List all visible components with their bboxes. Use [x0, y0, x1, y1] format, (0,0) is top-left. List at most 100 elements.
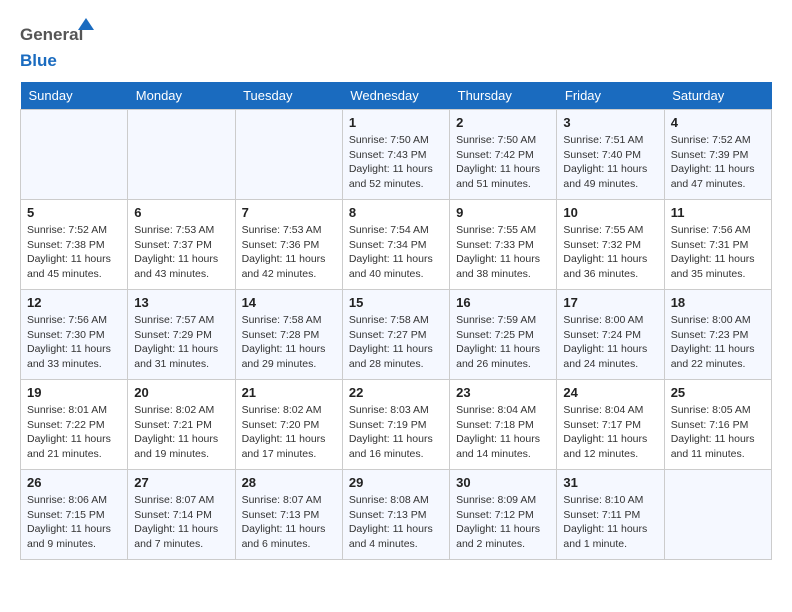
calendar-cell: 4 Sunrise: 7:52 AM Sunset: 7:39 PM Daylig… [664, 110, 771, 200]
cell-info: Sunrise: 8:08 AM Sunset: 7:13 PM Dayligh… [349, 493, 443, 552]
calendar-cell: 15 Sunrise: 7:58 AM Sunset: 7:27 PM Dayli… [342, 290, 449, 380]
cell-info: Sunrise: 7:58 AM Sunset: 7:27 PM Dayligh… [349, 313, 443, 372]
cell-info: Sunrise: 8:04 AM Sunset: 7:18 PM Dayligh… [456, 403, 550, 462]
header-day-friday: Friday [557, 82, 664, 110]
day-number: 31 [563, 475, 657, 490]
cell-info: Sunrise: 7:56 AM Sunset: 7:30 PM Dayligh… [27, 313, 121, 372]
day-number: 25 [671, 385, 765, 400]
header-day-sunday: Sunday [21, 82, 128, 110]
calendar-cell: 8 Sunrise: 7:54 AM Sunset: 7:34 PM Daylig… [342, 200, 449, 290]
day-number: 5 [27, 205, 121, 220]
calendar-cell: 31 Sunrise: 8:10 AM Sunset: 7:11 PM Dayli… [557, 470, 664, 560]
calendar-cell: 22Sunrise: 8:03 AM Sunset: 7:19 PM Dayli… [342, 380, 449, 470]
day-number: 22 [349, 385, 443, 400]
cell-info: Sunrise: 8:00 AM Sunset: 7:23 PM Dayligh… [671, 313, 765, 372]
cell-info: Sunrise: 8:07 AM Sunset: 7:14 PM Dayligh… [134, 493, 228, 552]
calendar-cell: 18 Sunrise: 8:00 AM Sunset: 7:23 PM Dayli… [664, 290, 771, 380]
calendar-cell: 28Sunrise: 8:07 AM Sunset: 7:13 PM Dayli… [235, 470, 342, 560]
header-day-wednesday: Wednesday [342, 82, 449, 110]
page-header: GeneralBlue [20, 20, 772, 72]
day-number: 20 [134, 385, 228, 400]
calendar-cell [21, 110, 128, 200]
day-number: 1 [349, 115, 443, 130]
day-number: 13 [134, 295, 228, 310]
week-row-3: 12 Sunrise: 7:56 AM Sunset: 7:30 PM Dayli… [21, 290, 772, 380]
calendar-cell: 14 Sunrise: 7:58 AM Sunset: 7:28 PM Dayli… [235, 290, 342, 380]
day-number: 4 [671, 115, 765, 130]
cell-info: Sunrise: 7:51 AM Sunset: 7:40 PM Dayligh… [563, 133, 657, 192]
cell-info: Sunrise: 7:50 AM Sunset: 7:43 PM Dayligh… [349, 133, 443, 192]
day-number: 16 [456, 295, 550, 310]
calendar-cell: 20 Sunrise: 8:02 AM Sunset: 7:21 PM Dayli… [128, 380, 235, 470]
calendar-cell: 27Sunrise: 8:07 AM Sunset: 7:14 PM Dayli… [128, 470, 235, 560]
cell-info: Sunrise: 7:54 AM Sunset: 7:34 PM Dayligh… [349, 223, 443, 282]
calendar-body: 1 Sunrise: 7:50 AM Sunset: 7:43 PM Daylig… [21, 110, 772, 560]
day-number: 14 [242, 295, 336, 310]
day-number: 30 [456, 475, 550, 490]
logo: GeneralBlue [20, 20, 83, 72]
cell-info: Sunrise: 8:04 AM Sunset: 7:17 PM Dayligh… [563, 403, 657, 462]
cell-info: Sunrise: 8:05 AM Sunset: 7:16 PM Dayligh… [671, 403, 765, 462]
day-number: 7 [242, 205, 336, 220]
day-number: 23 [456, 385, 550, 400]
calendar-cell: 23 Sunrise: 8:04 AM Sunset: 7:18 PM Dayli… [450, 380, 557, 470]
week-row-1: 1 Sunrise: 7:50 AM Sunset: 7:43 PM Daylig… [21, 110, 772, 200]
day-number: 12 [27, 295, 121, 310]
day-number: 28 [242, 475, 336, 490]
day-number: 24 [563, 385, 657, 400]
calendar-cell: 9 Sunrise: 7:55 AM Sunset: 7:33 PM Daylig… [450, 200, 557, 290]
logo-blue-text: Blue [20, 51, 57, 70]
cell-info: Sunrise: 7:52 AM Sunset: 7:39 PM Dayligh… [671, 133, 765, 192]
day-number: 26 [27, 475, 121, 490]
cell-info: Sunrise: 7:53 AM Sunset: 7:36 PM Dayligh… [242, 223, 336, 282]
calendar-table: SundayMondayTuesdayWednesdayThursdayFrid… [20, 82, 772, 560]
calendar-cell: 26 Sunrise: 8:06 AM Sunset: 7:15 PM Dayli… [21, 470, 128, 560]
calendar-cell [235, 110, 342, 200]
header-day-monday: Monday [128, 82, 235, 110]
header-day-thursday: Thursday [450, 82, 557, 110]
header-day-tuesday: Tuesday [235, 82, 342, 110]
calendar-cell: 19Sunrise: 8:01 AM Sunset: 7:22 PM Dayli… [21, 380, 128, 470]
day-number: 9 [456, 205, 550, 220]
calendar-cell: 16Sunrise: 7:59 AM Sunset: 7:25 PM Dayli… [450, 290, 557, 380]
cell-info: Sunrise: 8:10 AM Sunset: 7:11 PM Dayligh… [563, 493, 657, 552]
day-number: 3 [563, 115, 657, 130]
day-number: 19 [27, 385, 121, 400]
header-row: SundayMondayTuesdayWednesdayThursdayFrid… [21, 82, 772, 110]
day-number: 21 [242, 385, 336, 400]
day-number: 15 [349, 295, 443, 310]
header-day-saturday: Saturday [664, 82, 771, 110]
day-number: 8 [349, 205, 443, 220]
cell-info: Sunrise: 8:02 AM Sunset: 7:21 PM Dayligh… [134, 403, 228, 462]
calendar-cell: 10Sunrise: 7:55 AM Sunset: 7:32 PM Dayli… [557, 200, 664, 290]
day-number: 18 [671, 295, 765, 310]
cell-info: Sunrise: 7:55 AM Sunset: 7:33 PM Dayligh… [456, 223, 550, 282]
day-number: 17 [563, 295, 657, 310]
day-number: 10 [563, 205, 657, 220]
calendar-cell: 6Sunrise: 7:53 AM Sunset: 7:37 PM Daylig… [128, 200, 235, 290]
cell-info: Sunrise: 7:57 AM Sunset: 7:29 PM Dayligh… [134, 313, 228, 372]
cell-info: Sunrise: 8:06 AM Sunset: 7:15 PM Dayligh… [27, 493, 121, 552]
calendar-cell: 7 Sunrise: 7:53 AM Sunset: 7:36 PM Daylig… [235, 200, 342, 290]
calendar-cell: 29 Sunrise: 8:08 AM Sunset: 7:13 PM Dayli… [342, 470, 449, 560]
cell-info: Sunrise: 7:50 AM Sunset: 7:42 PM Dayligh… [456, 133, 550, 192]
logo-wrap: GeneralBlue [20, 20, 83, 72]
cell-info: Sunrise: 8:00 AM Sunset: 7:24 PM Dayligh… [563, 313, 657, 372]
cell-info: Sunrise: 7:53 AM Sunset: 7:37 PM Dayligh… [134, 223, 228, 282]
calendar-cell: 25 Sunrise: 8:05 AM Sunset: 7:16 PM Dayli… [664, 380, 771, 470]
calendar-cell: 5 Sunrise: 7:52 AM Sunset: 7:38 PM Daylig… [21, 200, 128, 290]
calendar-cell: 17 Sunrise: 8:00 AM Sunset: 7:24 PM Dayli… [557, 290, 664, 380]
cell-info: Sunrise: 7:52 AM Sunset: 7:38 PM Dayligh… [27, 223, 121, 282]
day-number: 2 [456, 115, 550, 130]
calendar-cell: 12 Sunrise: 7:56 AM Sunset: 7:30 PM Dayli… [21, 290, 128, 380]
day-number: 29 [349, 475, 443, 490]
week-row-5: 26 Sunrise: 8:06 AM Sunset: 7:15 PM Dayli… [21, 470, 772, 560]
week-row-2: 5 Sunrise: 7:52 AM Sunset: 7:38 PM Daylig… [21, 200, 772, 290]
calendar-cell: 11Sunrise: 7:56 AM Sunset: 7:31 PM Dayli… [664, 200, 771, 290]
calendar-cell: 3 Sunrise: 7:51 AM Sunset: 7:40 PM Daylig… [557, 110, 664, 200]
calendar-cell: 24 Sunrise: 8:04 AM Sunset: 7:17 PM Dayli… [557, 380, 664, 470]
calendar-cell [128, 110, 235, 200]
calendar-header: SundayMondayTuesdayWednesdayThursdayFrid… [21, 82, 772, 110]
calendar-cell: 21Sunrise: 8:02 AM Sunset: 7:20 PM Dayli… [235, 380, 342, 470]
cell-info: Sunrise: 7:58 AM Sunset: 7:28 PM Dayligh… [242, 313, 336, 372]
